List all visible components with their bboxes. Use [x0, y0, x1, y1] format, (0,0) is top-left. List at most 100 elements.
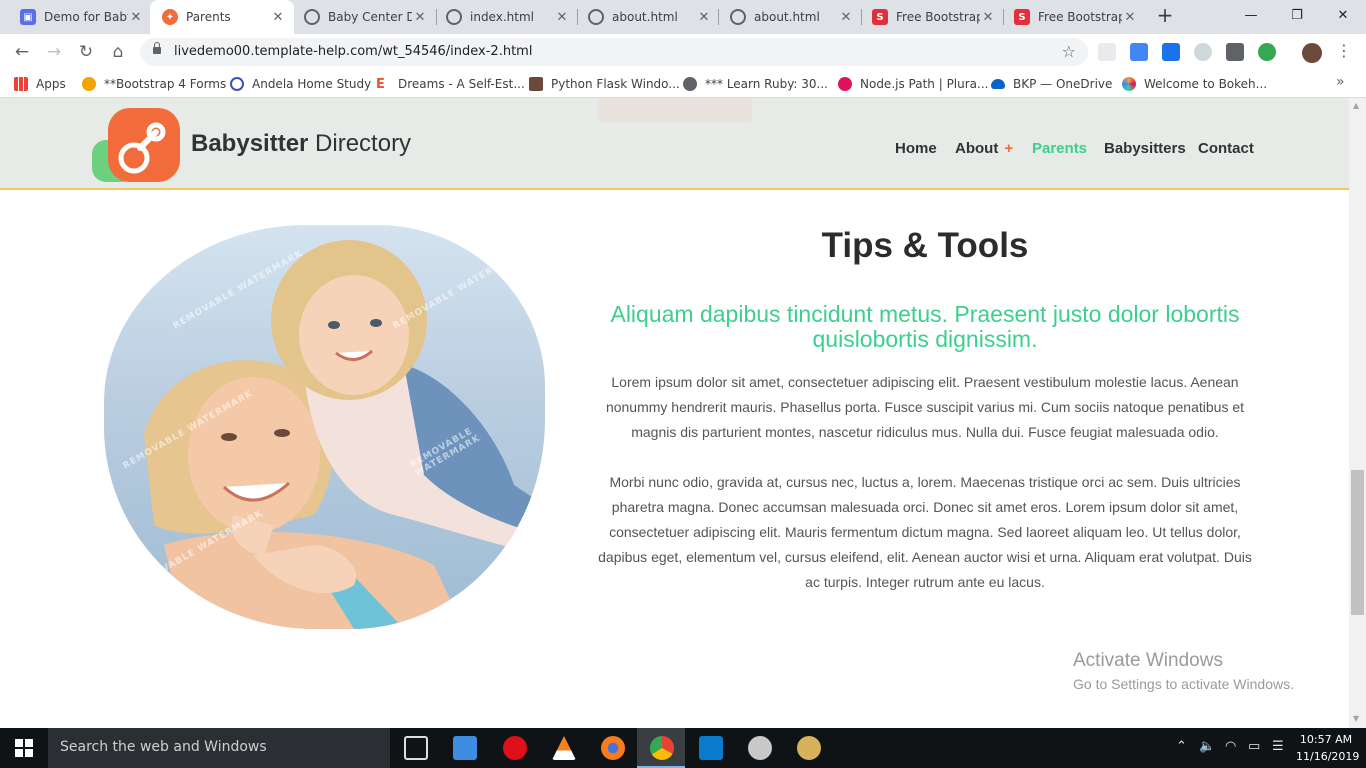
browser-toolbar: ← → ↻ ⌂ livedemo00.template-help.com/wt_…: [0, 34, 1366, 70]
forward-arrow-icon[interactable]: →: [42, 40, 66, 64]
chevron-up-icon[interactable]: ⌃: [1176, 739, 1187, 754]
bootstrap-s-icon: S: [872, 9, 888, 25]
scroll-up-icon[interactable]: ▲: [1353, 101, 1359, 110]
page-viewport: Babysitter Directory Home About + Parents…: [0, 98, 1366, 728]
bookmark-bootstrap-forms[interactable]: **Bootstrap 4 Forms: [82, 75, 226, 93]
page-scrollbar[interactable]: ▲ ▼: [1349, 98, 1366, 728]
close-tab-icon[interactable]: ✕: [838, 10, 854, 25]
nav-about-label: About: [955, 140, 999, 157]
notifications-icon[interactable]: ☰: [1272, 739, 1284, 754]
pacifier-logo-icon[interactable]: [92, 108, 182, 186]
section-title: Tips & Tools: [821, 226, 1029, 265]
address-bar[interactable]: livedemo00.template-help.com/wt_54546/in…: [140, 38, 1088, 66]
andela-icon: [230, 77, 244, 91]
site-header: Babysitter Directory Home About + Parents…: [0, 98, 1349, 190]
translate-icon[interactable]: [1130, 43, 1148, 61]
tab-title: index.html: [470, 10, 534, 24]
globe-icon: [446, 9, 462, 25]
scroll-down-icon[interactable]: ▼: [1353, 714, 1359, 723]
tab-index[interactable]: index.html ✕: [434, 0, 578, 34]
close-tab-icon[interactable]: ✕: [554, 10, 570, 25]
minimize-icon[interactable]: —: [1228, 0, 1274, 30]
bookmark-onedrive[interactable]: BKP — OneDrive: [991, 75, 1112, 93]
nav-parents[interactable]: Parents: [1032, 140, 1087, 157]
close-tab-icon[interactable]: ✕: [412, 10, 428, 25]
close-tab-icon[interactable]: ✕: [1122, 10, 1138, 25]
vscode-icon[interactable]: [699, 736, 723, 760]
new-tab-button[interactable]: +: [1154, 5, 1176, 27]
bookmark-dreams[interactable]: E Dreams - A Self-Est...: [376, 75, 525, 93]
section-subtitle: Aliquam dapibus tincidunt metus. Praesen…: [610, 301, 1240, 352]
home-icon[interactable]: ⌂: [106, 40, 130, 64]
nav-babysitters[interactable]: Babysitters: [1104, 140, 1186, 157]
globe-icon: [588, 9, 604, 25]
bookmark-apps[interactable]: Apps: [14, 75, 66, 93]
wifi-icon[interactable]: ◠: [1225, 739, 1236, 754]
bookmark-label: Apps: [36, 77, 66, 91]
tab-title: about.html: [612, 10, 678, 24]
extension-icon[interactable]: [1258, 43, 1276, 61]
section-paragraph-2: Morbi nunc odio, gravida at, cursus nec,…: [598, 474, 1252, 590]
tab-demo[interactable]: ▣ Demo for Baby ✕: [8, 0, 152, 34]
tab-baby-center[interactable]: Baby Center D ✕: [292, 0, 436, 34]
close-tab-icon[interactable]: ✕: [696, 10, 712, 25]
tab-about-2[interactable]: about.html ✕: [718, 0, 862, 34]
brand-name[interactable]: Babysitter Directory: [191, 130, 411, 158]
tab-title: about.html: [754, 10, 820, 24]
paint-icon[interactable]: [748, 736, 772, 760]
chrome-icon[interactable]: [650, 736, 674, 760]
file-explorer-icon[interactable]: [453, 736, 477, 760]
paint-palette-icon[interactable]: [797, 736, 821, 760]
windows-start-icon[interactable]: [0, 728, 48, 768]
chevron-double-right-icon[interactable]: »: [1336, 74, 1345, 90]
bookmark-star-icon[interactable]: ☆: [1062, 42, 1076, 61]
section-paragraph-1: Lorem ipsum dolor sit amet, consectetuer…: [605, 374, 1245, 440]
bookmark-python-flask[interactable]: Python Flask Windo...: [529, 75, 680, 93]
close-window-icon[interactable]: ✕: [1320, 0, 1366, 30]
volume-icon[interactable]: 🔈: [1199, 739, 1215, 754]
taskbar-search[interactable]: Search the web and Windows: [48, 728, 390, 768]
task-view-icon[interactable]: [404, 736, 428, 760]
bookmark-learn-ruby[interactable]: *** Learn Ruby: 30...: [683, 75, 828, 93]
back-arrow-icon[interactable]: ←: [10, 40, 34, 64]
tab-about-1[interactable]: about.html ✕: [576, 0, 720, 34]
restore-icon[interactable]: ❐: [1274, 0, 1320, 30]
tab-title: Free Bootstrap: [1038, 10, 1122, 24]
eyedropper-icon[interactable]: [1226, 43, 1244, 61]
bookmark-nodejs-pluralsight[interactable]: Node.js Path | Plura...: [838, 75, 988, 93]
firefox-icon[interactable]: [601, 736, 625, 760]
tab-parents[interactable]: ✦ Parents ✕: [150, 0, 294, 34]
reload-icon[interactable]: ↻: [74, 40, 98, 64]
extension-icon[interactable]: [1162, 43, 1180, 61]
vlc-icon[interactable]: [552, 736, 576, 760]
bookmark-bokeh[interactable]: Welcome to Bokeh...: [1122, 75, 1267, 93]
extension-icon[interactable]: [1098, 43, 1116, 61]
close-tab-icon[interactable]: ✕: [270, 10, 286, 25]
nav-about[interactable]: About +: [955, 140, 1013, 157]
plus-icon: +: [1004, 140, 1014, 157]
bookmark-label: BKP — OneDrive: [1013, 77, 1113, 91]
menu-kebab-icon[interactable]: ⋮: [1336, 41, 1352, 60]
tab-title: Parents: [186, 10, 231, 24]
opera-icon[interactable]: [503, 736, 527, 760]
nav-home[interactable]: Home: [895, 140, 937, 157]
tab-free-bootstrap-2[interactable]: S Free Bootstrap ✕: [1002, 0, 1146, 34]
profile-avatar[interactable]: [1302, 43, 1322, 63]
close-tab-icon[interactable]: ✕: [980, 10, 996, 25]
bootstrap-forms-icon: [82, 77, 96, 91]
scrollbar-thumb[interactable]: [1351, 470, 1364, 615]
tab-free-bootstrap-1[interactable]: S Free Bootstrap ✕: [860, 0, 1004, 34]
tab-title: Baby Center D: [328, 10, 412, 24]
bookmark-label: Welcome to Bokeh...: [1144, 77, 1268, 91]
battery-icon[interactable]: ▭: [1248, 739, 1260, 754]
faded-banner: [598, 98, 752, 122]
extension-icon[interactable]: [1194, 43, 1212, 61]
brand-name-rest: Directory: [308, 130, 412, 157]
tab-title: Demo for Baby: [44, 10, 128, 24]
taskbar-clock[interactable]: 10:57 AM 11/16/2019: [1296, 731, 1359, 765]
bookmark-label: **Bootstrap 4 Forms: [104, 77, 227, 91]
bookmark-andela[interactable]: Andela Home Study: [230, 75, 371, 93]
close-tab-icon[interactable]: ✕: [128, 10, 144, 25]
tab-favicon-icon: ✦: [162, 9, 178, 25]
nav-contact[interactable]: Contact: [1198, 140, 1254, 157]
